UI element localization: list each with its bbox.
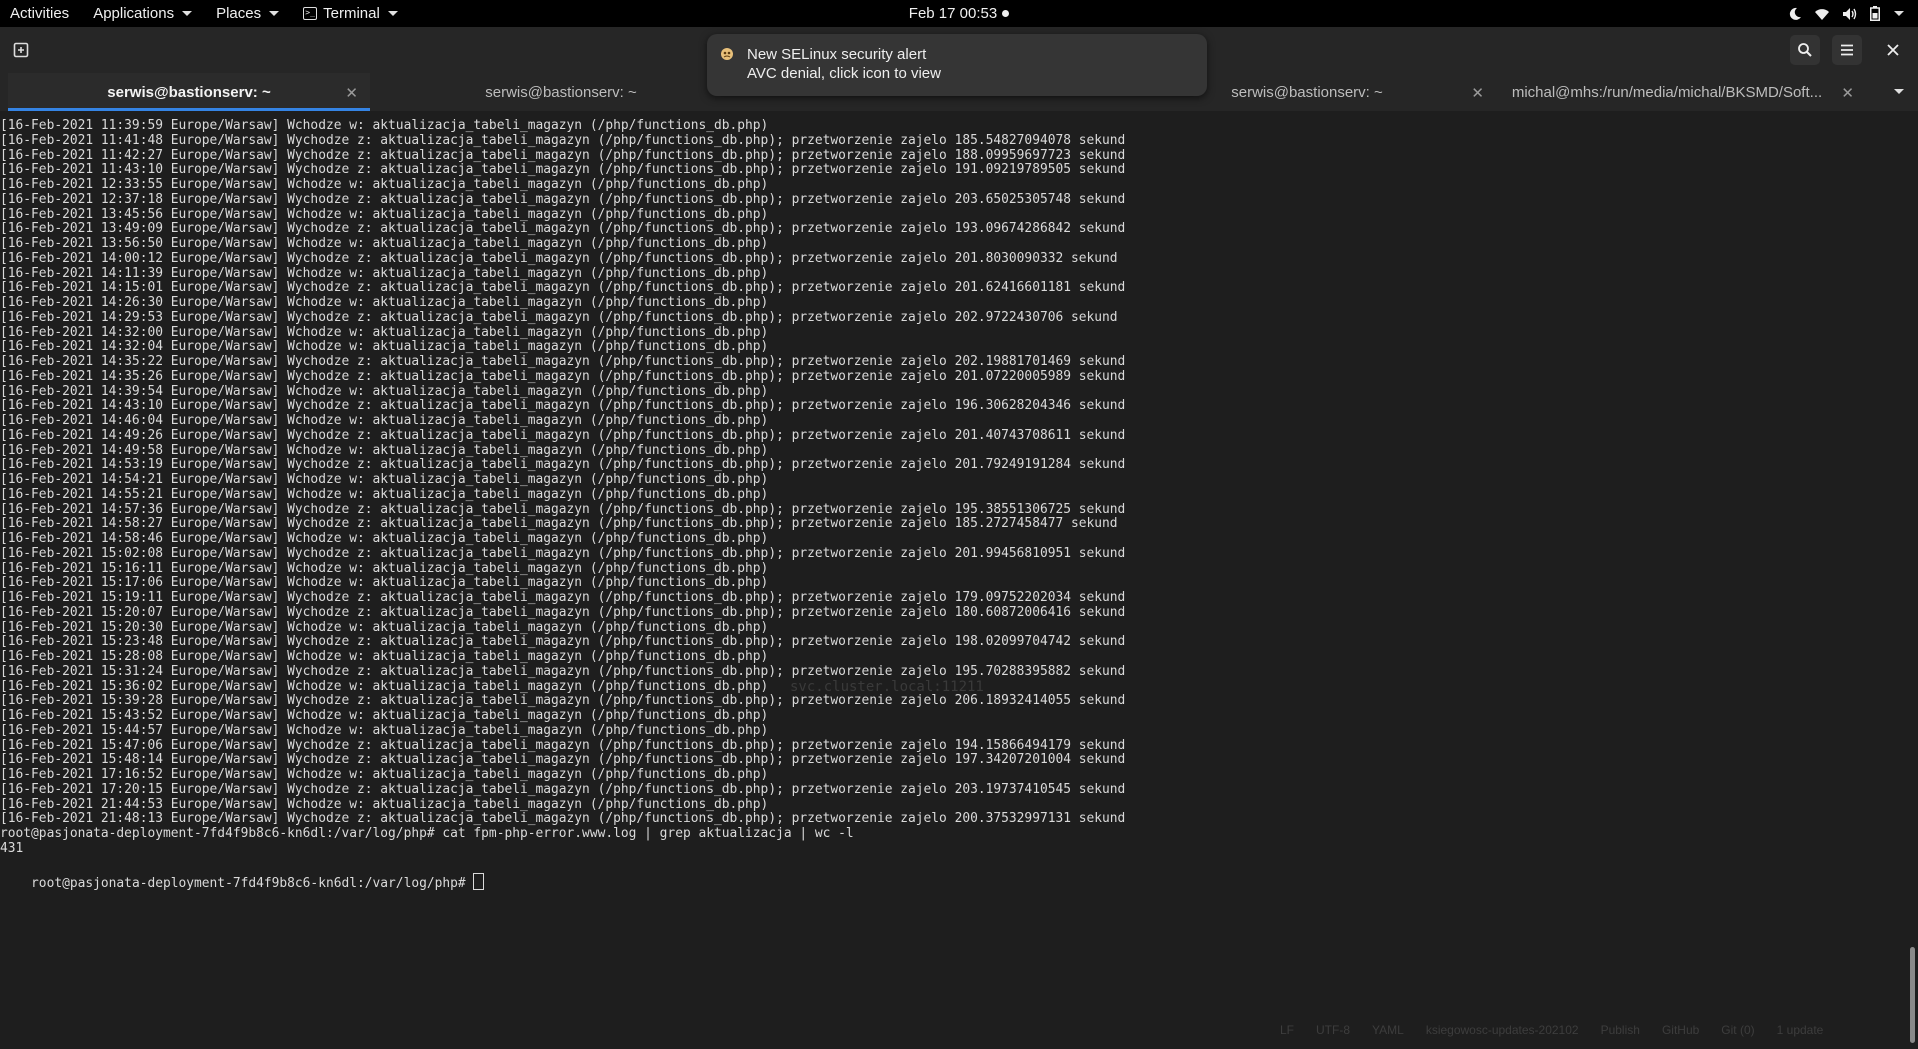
ghost-status-bar: LF UTF-8 YAML ksiegowosc-updates-202102 Publ… [1280, 1023, 1823, 1041]
tab-close-icon[interactable]: ✕ [345, 84, 358, 102]
wifi-icon [1814, 7, 1830, 21]
new-tab-icon [13, 42, 29, 58]
close-window-button[interactable] [1878, 35, 1908, 65]
tab-close-icon[interactable]: ✕ [1841, 84, 1854, 102]
terminal-line: root@pasjonata-deployment-7fd4f9b8c6-kn6… [0, 826, 854, 841]
night-light-icon [1788, 7, 1802, 21]
prompt-line[interactable]: root@pasjonata-deployment-7fd4f9b8c6-kn6… [0, 855, 485, 891]
tabs-dropdown-icon [1894, 89, 1904, 94]
selinux-notification[interactable]: New SELinux security alert AVC denial, c… [707, 34, 1207, 96]
tab-label: serwis@bastionserv: ~ [107, 83, 271, 101]
notification-body: AVC denial, click icon to view [747, 65, 941, 82]
tab-close-icon[interactable]: ✕ [1471, 84, 1484, 102]
selinux-alert-icon[interactable] [719, 46, 735, 62]
tab-1[interactable]: serwis@bastionserv: ~ ✕ [8, 73, 370, 111]
places-menu[interactable]: Places [204, 0, 291, 27]
search-button[interactable] [1790, 35, 1820, 65]
battery-icon [1870, 6, 1880, 21]
close-icon [1887, 44, 1899, 56]
terminal-app-label: Terminal [323, 5, 380, 22]
menu-button[interactable] [1832, 35, 1862, 65]
ghost-status-item: GitHub [1661, 1023, 1700, 1037]
text-cursor [473, 872, 485, 890]
tab-2[interactable]: serwis@bastionserv: ~ [372, 73, 750, 111]
chevron-down-icon [1892, 11, 1904, 16]
ghost-status-item: UTF-8 [1316, 1023, 1351, 1037]
search-icon [1798, 43, 1812, 57]
applications-label: Applications [93, 5, 175, 22]
volume-icon [1842, 7, 1858, 21]
clock-label: Feb 17 00:53 [908, 5, 998, 22]
prompt-text: root@pasjonata-deployment-7fd4f9b8c6-kn6… [31, 875, 474, 891]
terminal-app-menu[interactable]: >_ Terminal [291, 0, 410, 27]
terminal-scrollbar[interactable] [1906, 111, 1918, 1049]
ghost-status-item: ksiegowosc-updates-202102 [1425, 1023, 1579, 1037]
places-label: Places [216, 5, 262, 22]
tab-label: serwis@bastionserv: ~ [1231, 83, 1383, 101]
ghost-status-item: 1 update [1776, 1023, 1824, 1037]
terminal-icon: >_ [303, 7, 318, 20]
ghost-status-item: YAML [1372, 1023, 1404, 1037]
gnome-top-bar: Activities Applications Places >_ Termina… [0, 0, 1918, 27]
chevron-down-icon [387, 11, 398, 16]
activities-label: Activities [10, 5, 70, 22]
terminal-output[interactable]: svc.cluster.local:11211 [16-Feb-2021 11:… [0, 111, 1906, 1033]
tabs-dropdown-button[interactable] [1892, 89, 1904, 94]
notification-dot-icon [1002, 10, 1010, 17]
chevron-down-icon [269, 11, 280, 16]
scrollbar-thumb[interactable] [1910, 947, 1915, 1043]
activities-button[interactable]: Activities [0, 0, 81, 27]
ghost-status-item: LF [1280, 1023, 1295, 1037]
notification-title: New SELinux security alert [747, 46, 927, 63]
system-tray[interactable] [1788, 0, 1904, 27]
hamburger-menu-icon [1841, 44, 1853, 56]
tab-label: michal@mhs:/run/media/michal/BKSMD/Soft.… [1511, 83, 1823, 101]
applications-menu[interactable]: Applications [81, 0, 204, 27]
ghost-status-item: Publish [1600, 1023, 1640, 1037]
chevron-down-icon [182, 11, 193, 16]
tab-label: serwis@bastionserv: ~ [485, 83, 637, 101]
ghost-status-item: Git (0) [1721, 1023, 1755, 1037]
tab-4[interactable]: michal@mhs:/run/media/michal/BKSMD/Soft.… [1498, 73, 1866, 111]
new-tab-button[interactable] [6, 35, 36, 65]
